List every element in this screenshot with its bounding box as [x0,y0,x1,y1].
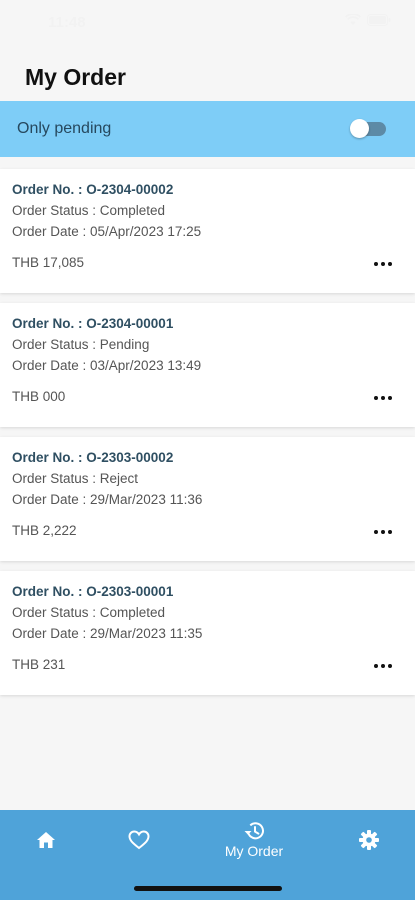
status-time: 11:48 [48,14,86,31]
order-status: Order Status : Completed [12,605,166,620]
order-status: Order Status : Reject [12,471,139,486]
order-status: Order Status : Pending [12,337,150,352]
status-indicators [345,14,391,26]
app-screen: 11:48 My Order Only pending Order No. : … [0,0,415,900]
order-card[interactable]: Order No. : O-2303-00001 Order Status : … [0,571,415,695]
more-options-button[interactable] [371,525,395,539]
more-dots-icon [374,530,378,534]
order-date: Order Date : 29/Mar/2023 11:35 [12,626,203,641]
order-card[interactable]: Order No. : O-2304-00002 Order Status : … [0,169,415,293]
order-card[interactable]: Order No. : O-2303-00002 Order Status : … [0,437,415,561]
order-date: Order Date : 29/Mar/2023 11:36 [12,492,203,507]
home-icon [37,832,55,848]
history-icon [244,822,264,840]
only-pending-toggle[interactable] [350,119,386,138]
more-dots-icon [374,262,378,266]
more-options-button[interactable] [371,391,395,405]
order-date: Order Date : 05/Apr/2023 17:25 [12,224,202,239]
nav-item-favorites[interactable] [119,810,159,870]
home-indicator [134,886,282,891]
more-dots-icon [374,396,378,400]
nav-label-my-order: My Order [224,843,284,859]
page-title: My Order [25,64,126,90]
order-card[interactable]: Order No. : O-2304-00001 Order Status : … [0,303,415,427]
nav-item-home[interactable] [26,810,66,870]
order-amount: THB 17,085 [12,255,85,270]
order-amount: THB 2,222 [12,523,77,538]
toggle-thumb [350,119,369,138]
only-pending-label: Only pending [17,120,112,137]
nav-item-settings[interactable] [349,810,389,870]
order-number: Order No. : O-2303-00002 [12,450,174,465]
more-options-button[interactable] [371,659,395,673]
order-number: Order No. : O-2304-00001 [12,316,174,331]
wifi-icon [345,14,361,25]
gear-icon [359,830,379,850]
order-status: Order Status : Completed [12,203,166,218]
more-dots-icon [374,664,378,668]
nav-item-my-order[interactable]: My Order [214,810,294,870]
status-bar: 11:48 [0,0,415,44]
more-options-button[interactable] [371,257,395,271]
order-amount: THB 000 [12,389,66,404]
order-amount: THB 231 [12,657,66,672]
order-number: Order No. : O-2304-00002 [12,182,174,197]
battery-icon [367,14,391,26]
order-number: Order No. : O-2303-00001 [12,584,174,599]
heart-icon [128,830,150,850]
order-date: Order Date : 03/Apr/2023 13:49 [12,358,202,373]
